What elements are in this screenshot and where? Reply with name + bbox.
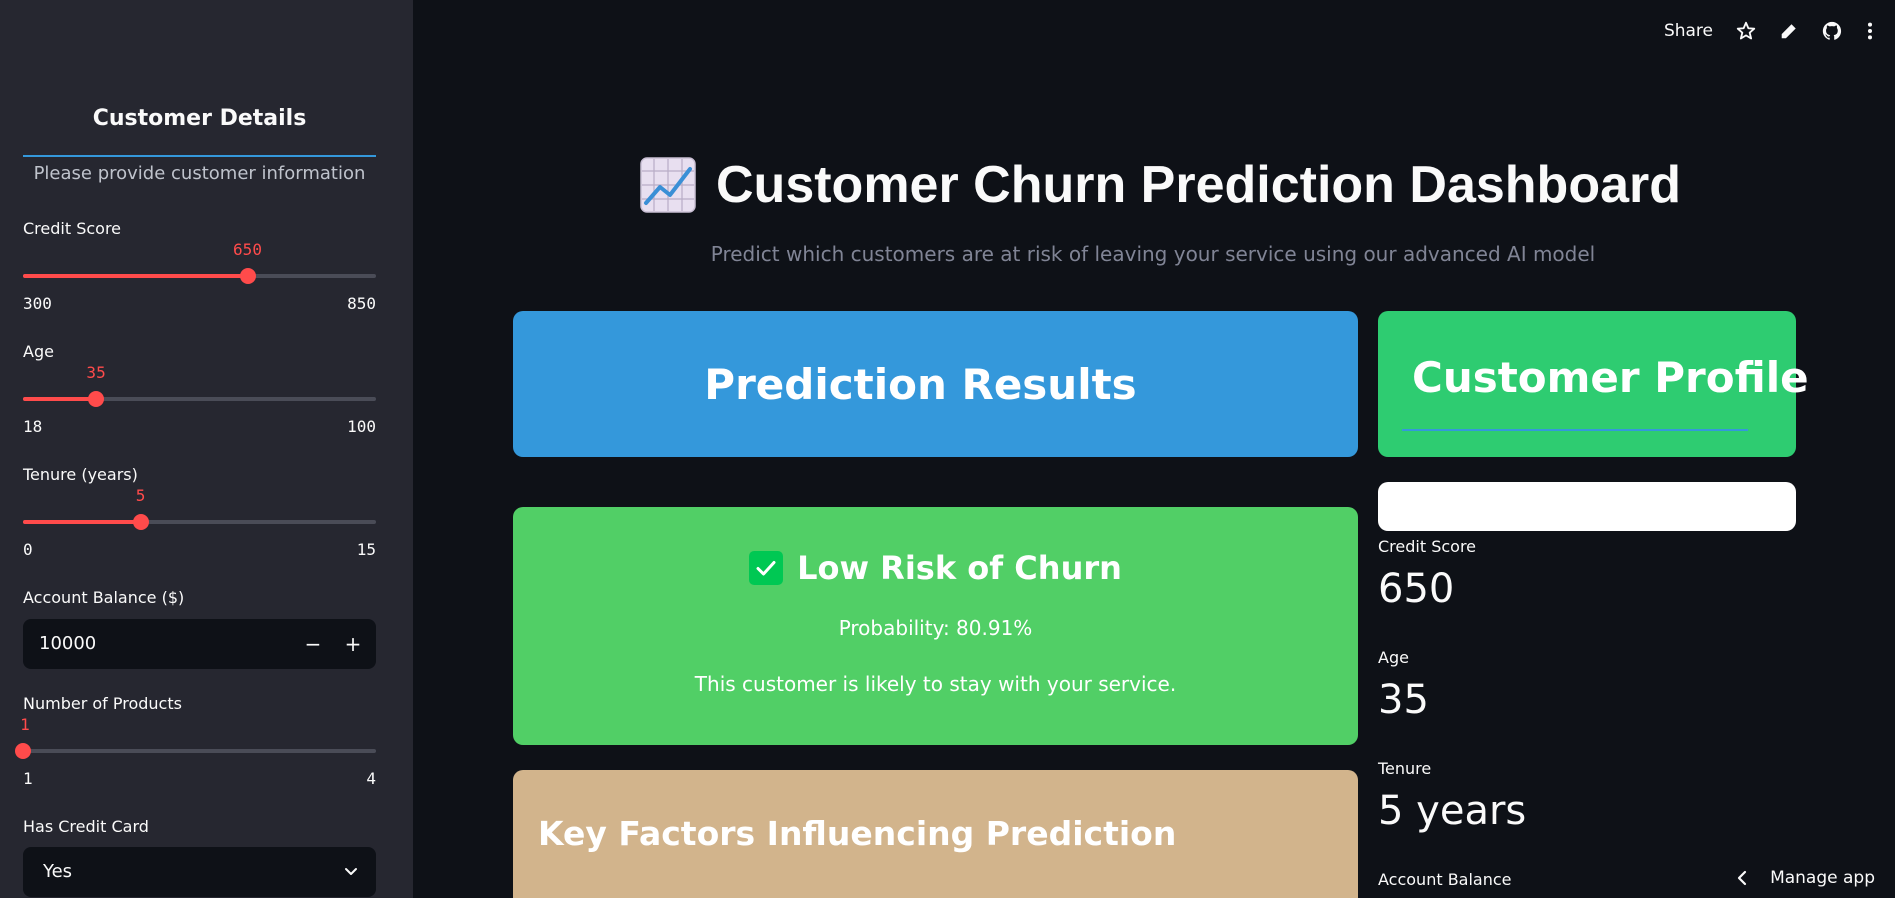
slider-max: 15	[356, 540, 376, 559]
age-slider[interactable]: 35	[23, 363, 376, 407]
key-factors-heading: Key Factors Influencing Prediction	[538, 814, 1177, 853]
slider-thumb[interactable]	[15, 743, 31, 759]
slider-thumb[interactable]	[239, 268, 256, 284]
customer-profile-card: Customer Profile	[1378, 311, 1809, 457]
slider-min: 1	[23, 769, 33, 788]
account-balance-label: Account Balance ($)	[23, 588, 185, 607]
manage-app-label: Manage app	[1770, 868, 1875, 888]
star-icon[interactable]	[1735, 20, 1757, 42]
profile-placeholder-bar	[1378, 482, 1796, 531]
slider-max: 4	[366, 769, 376, 788]
chevron-left-icon	[1737, 870, 1747, 886]
check-mark-icon	[749, 551, 784, 585]
account-balance-input[interactable]: 10000 − +	[23, 619, 376, 669]
has-credit-card-select[interactable]: Yes	[23, 847, 376, 897]
slider-min: 0	[23, 540, 33, 559]
metric-tenure-value: 5 years	[1378, 788, 1527, 834]
risk-heading: Low Risk of Churn	[797, 549, 1122, 587]
metric-age-label: Age	[1378, 648, 1409, 667]
metric-credit-score-label: Credit Score	[1378, 537, 1477, 556]
slider-value: 1	[20, 715, 30, 734]
increment-button[interactable]: +	[338, 629, 368, 659]
tenure-slider[interactable]: 5	[23, 486, 376, 530]
manage-app-button[interactable]: Manage app	[1736, 868, 1875, 888]
sidebar-title: Customer Details	[92, 106, 307, 131]
sidebar-divider	[23, 155, 376, 157]
metric-tenure-label: Tenure	[1378, 759, 1432, 778]
sidebar: Customer Details Please provide customer…	[0, 0, 413, 898]
profile-divider	[1402, 429, 1748, 431]
slider-fill	[23, 397, 97, 401]
slider-value: 650	[233, 240, 262, 259]
risk-message: This customer is likely to stay with you…	[694, 672, 1177, 696]
key-factors-card: Key Factors Influencing Prediction	[513, 770, 1358, 898]
slider-min: 18	[23, 417, 43, 436]
slider-thumb[interactable]	[88, 391, 105, 407]
slider-value: 35	[86, 363, 106, 382]
credit-score-slider[interactable]: 650	[23, 240, 376, 284]
products-slider[interactable]: 1	[15, 715, 376, 759]
metric-credit-score-value: 650	[1378, 566, 1455, 612]
slider-fill	[23, 274, 248, 278]
prediction-results-card: Prediction Results	[513, 311, 1358, 457]
chart-increasing-icon	[640, 157, 696, 213]
slider-value: 5	[135, 486, 146, 505]
age-label: Age	[23, 342, 54, 361]
churn-risk-card: Low Risk of Churn Probability: 80.91% Th…	[513, 507, 1358, 745]
credit-score-label: Credit Score	[23, 219, 122, 238]
chevron-down-icon	[345, 868, 357, 875]
dashboard-subtitle: Predict which customers are at risk of l…	[710, 242, 1596, 266]
more-options-icon[interactable]	[1865, 20, 1875, 42]
metric-age-value: 35	[1378, 677, 1429, 723]
dashboard-title: Customer Churn Prediction Dashboard	[716, 156, 1681, 214]
page-title: Customer Churn Prediction Dashboard	[640, 150, 1681, 220]
account-balance-value[interactable]: 10000	[39, 633, 96, 654]
churn-probability: Probability: 80.91%	[838, 616, 1033, 640]
metric-account-balance-label: Account Balance	[1378, 870, 1512, 889]
github-icon[interactable]	[1821, 20, 1843, 42]
slider-thumb[interactable]	[132, 514, 149, 530]
risk-heading-row: Low Risk of Churn	[513, 549, 1358, 587]
customer-profile-heading: Customer Profile	[1412, 353, 1809, 402]
slider-max: 100	[347, 417, 376, 436]
edit-pencil-icon[interactable]	[1779, 21, 1799, 41]
tenure-label: Tenure (years)	[23, 465, 138, 484]
decrement-button[interactable]: −	[298, 629, 328, 659]
share-button[interactable]: Share	[1664, 21, 1713, 41]
slider-max: 850	[347, 294, 376, 313]
slider-min: 300	[23, 294, 52, 313]
prediction-results-heading: Prediction Results	[704, 359, 1137, 409]
number-of-products-label: Number of Products	[23, 694, 182, 713]
has-credit-card-label: Has Credit Card	[23, 817, 149, 836]
sidebar-subtitle: Please provide customer information	[33, 163, 366, 184]
top-toolbar: Share	[1664, 18, 1875, 44]
slider-fill	[23, 520, 141, 524]
select-value: Yes	[43, 861, 73, 882]
